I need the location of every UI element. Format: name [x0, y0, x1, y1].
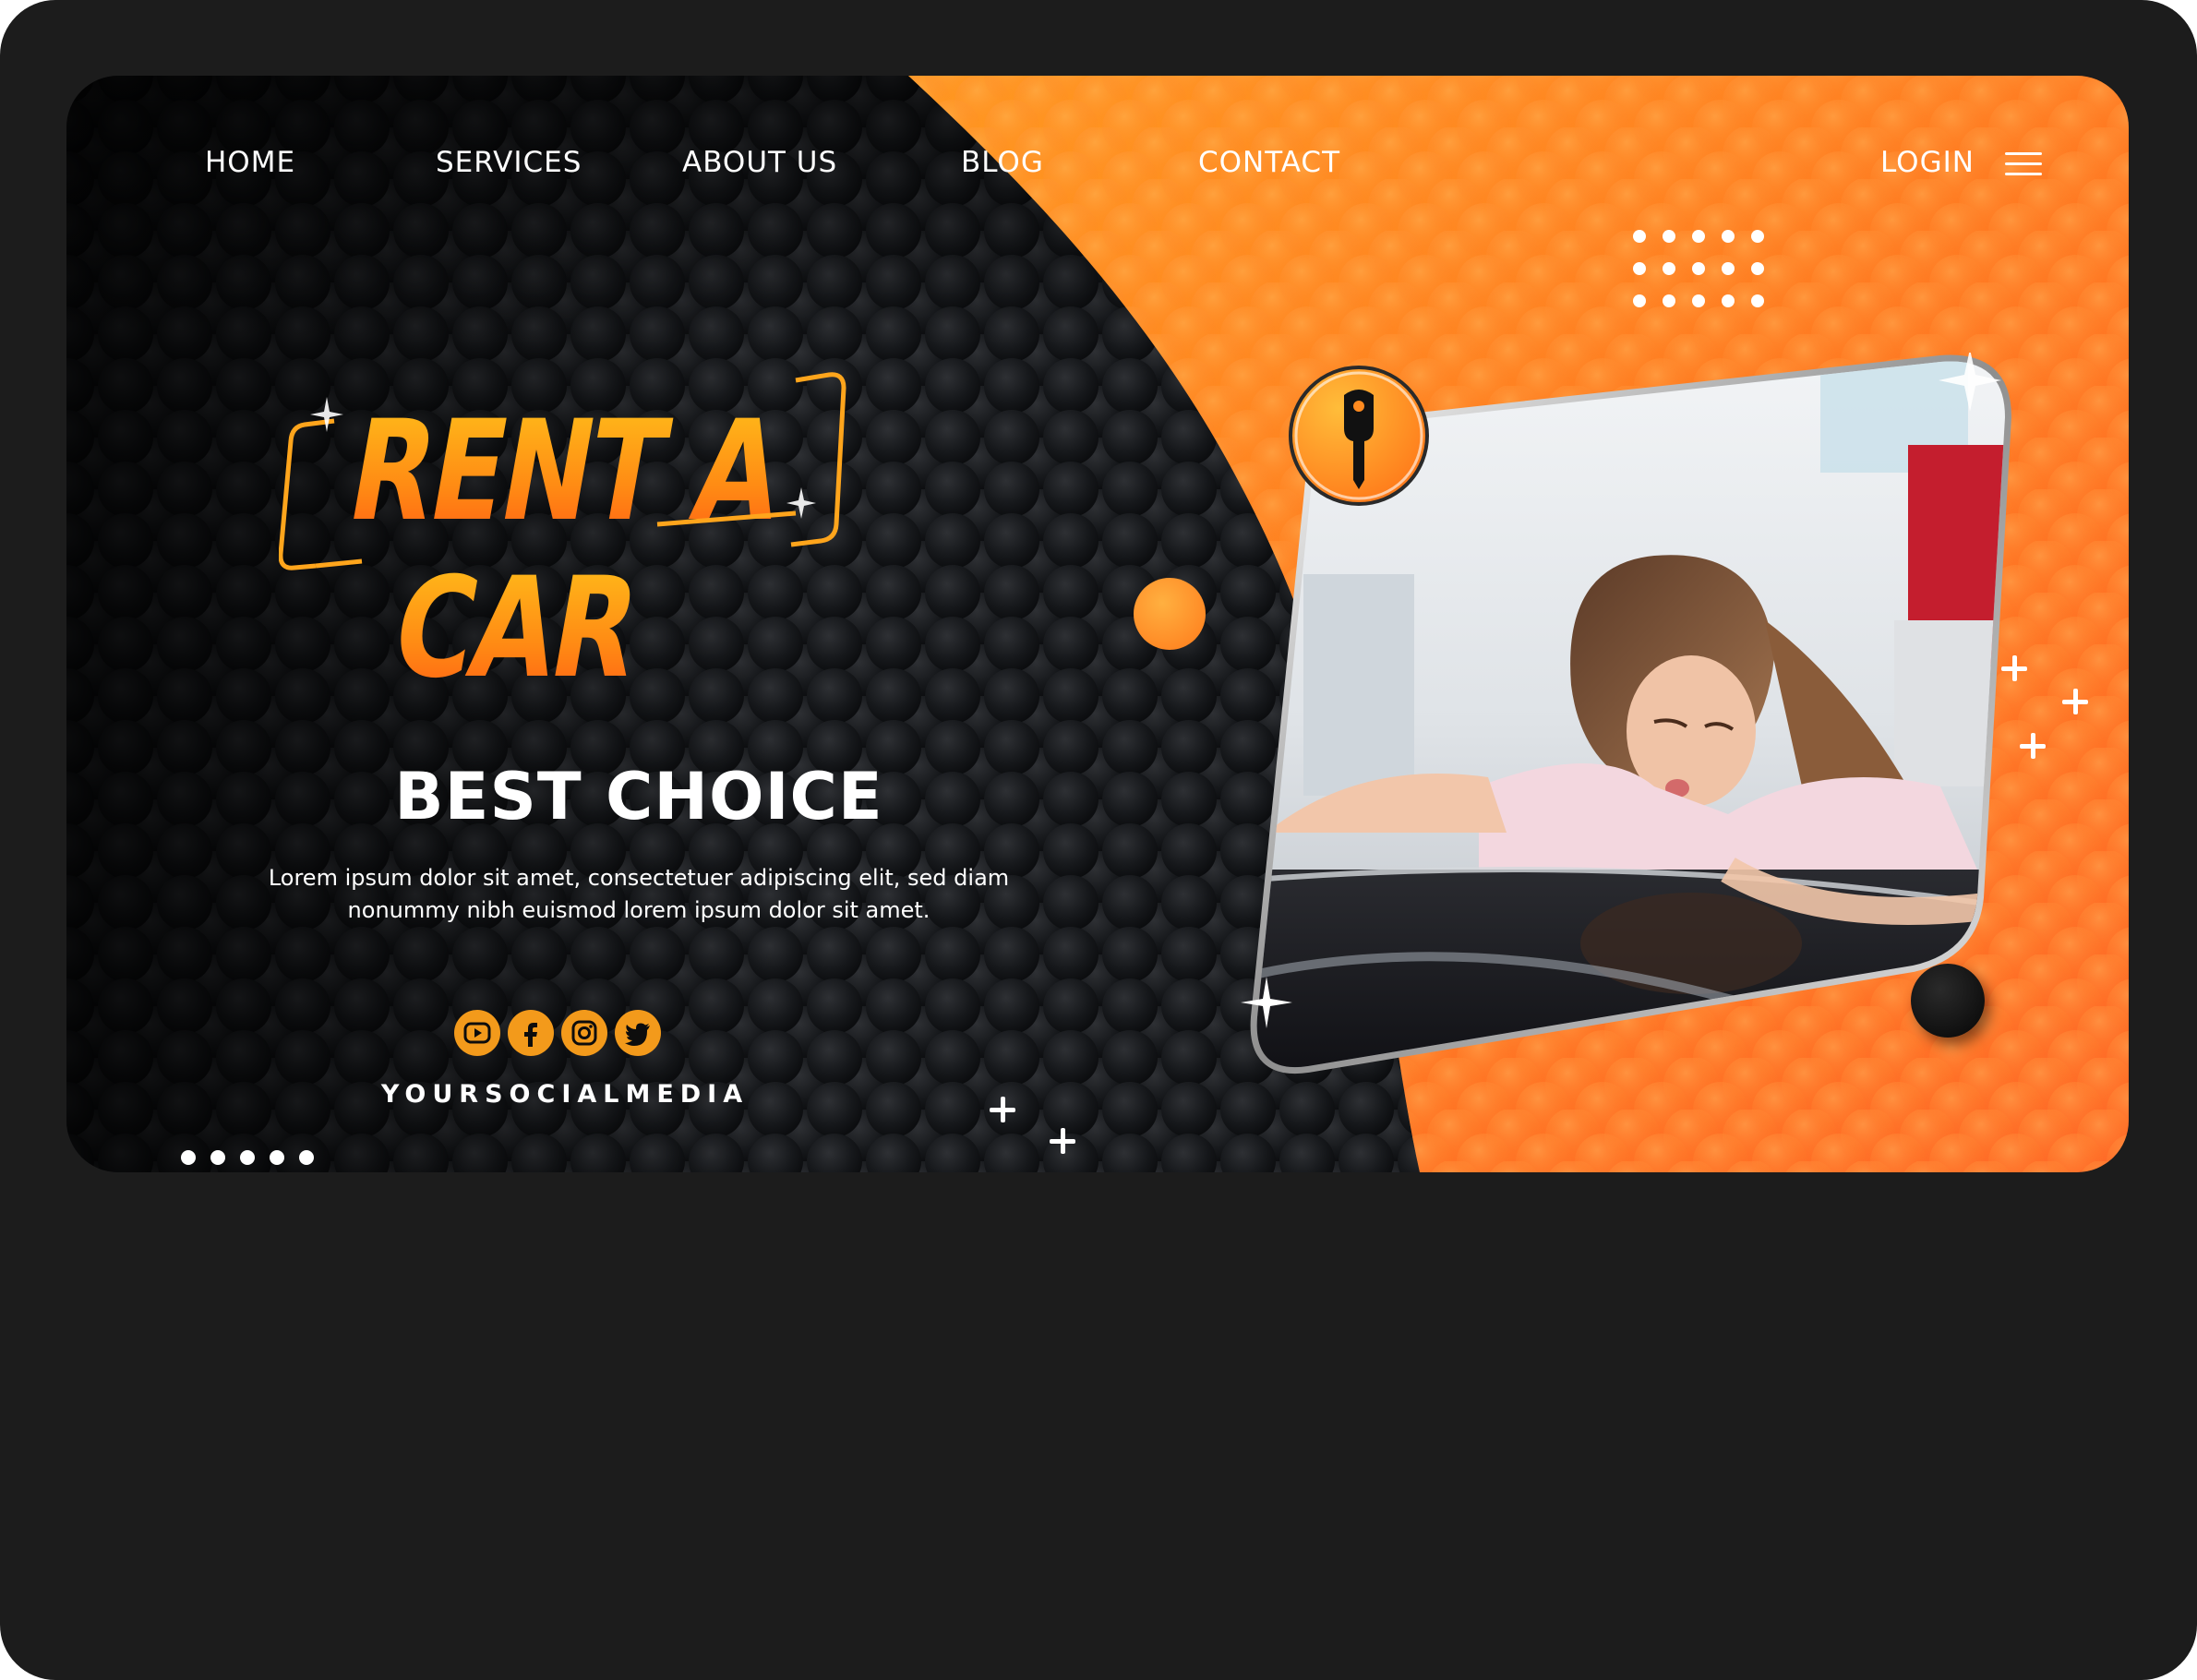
nav-services-link[interactable]: SERVICES [436, 144, 582, 181]
nav-home-link[interactable]: HOME [205, 144, 295, 181]
plus-icon [1050, 1128, 1075, 1154]
social-icons-row [454, 1010, 666, 1062]
nav-about-link[interactable]: ABOUT US [682, 144, 837, 181]
rent-a-car-logo: RENT A CAR [279, 372, 846, 710]
hamburger-menu-icon[interactable] [2005, 152, 2042, 176]
youtube-icon[interactable] [454, 1010, 500, 1056]
hero-description: Lorem ipsum dolor sit amet, consectetuer… [268, 865, 1010, 923]
nav-blog-link[interactable]: BLOG [961, 144, 1044, 181]
social-media-label: YOURSOCIALMEDIA [380, 1080, 750, 1109]
decorative-dot-grid [1633, 230, 1764, 307]
headline-best-choice: BEST CHOICE [394, 759, 883, 834]
landing-page-screen: HOME SERVICES ABOUT US BLOG CONTACT LOGI… [66, 76, 2129, 1172]
car-key-icon [1289, 366, 1429, 506]
decorative-dot-row [181, 1150, 314, 1165]
instagram-icon[interactable] [561, 1010, 607, 1056]
logo-line-2: CAR [382, 548, 649, 710]
device-frame: HOME SERVICES ABOUT US BLOG CONTACT LOGI… [0, 0, 2197, 1680]
nav-contact-link[interactable]: CONTACT [1198, 144, 1340, 181]
logo-line-1: RENT A [338, 391, 794, 553]
login-link[interactable]: LOGIN [1880, 144, 1975, 181]
facebook-icon[interactable] [508, 1010, 554, 1056]
plus-icon [990, 1097, 1015, 1122]
twitter-icon[interactable] [615, 1010, 661, 1056]
